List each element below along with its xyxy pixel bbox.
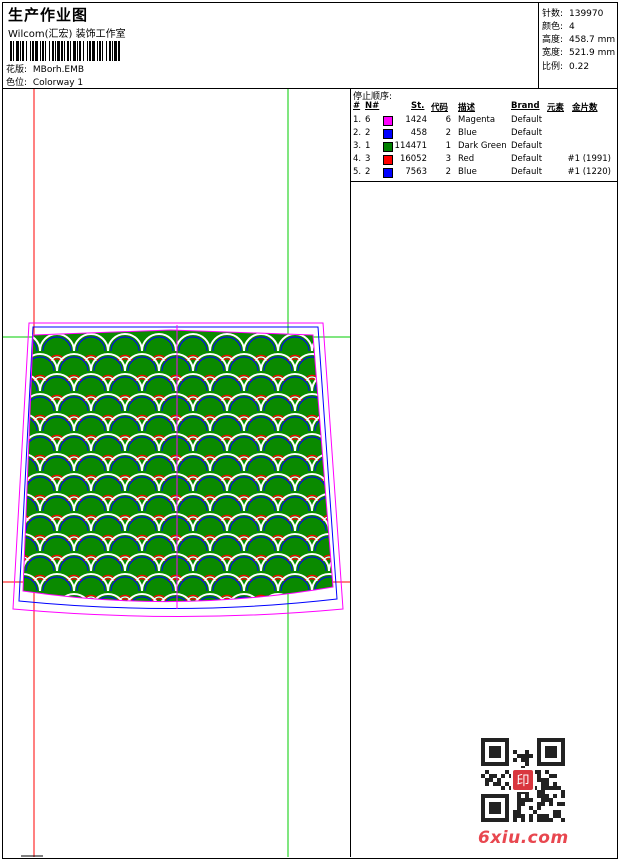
- sequence-cell-num: 2.: [353, 128, 362, 138]
- qr-stamp: 印: [516, 774, 529, 789]
- header: 生产作业图 Wilcom(汇宏) 装饰工作室 花版: MBorh.EMB 色位:…: [4, 3, 536, 88]
- sequence-divider: [351, 181, 617, 182]
- stat-colors: 颜色: 4: [542, 19, 575, 32]
- pattern-value: MBorh.EMB: [32, 65, 85, 75]
- stat-value: 139970: [569, 9, 604, 19]
- stat-value: 521.9 mm: [569, 48, 616, 58]
- sequence-cell-num: 4.: [353, 154, 362, 164]
- pattern-label: 花版:: [6, 65, 28, 75]
- stat-label: 高度:: [542, 35, 564, 45]
- sequence-cell-code: 3: [445, 154, 451, 164]
- stat-value: 0.22: [569, 62, 590, 72]
- colorway-value: Colorway 1: [32, 78, 84, 88]
- colorway-label: 色位:: [6, 78, 28, 88]
- sequence-cell-code: 6: [445, 115, 451, 125]
- sequence-cell-desc: Red: [458, 154, 475, 164]
- sequence-cell-brand: Default: [511, 167, 543, 177]
- col-header-desc: 描述: [458, 103, 476, 113]
- barcode: [10, 41, 120, 61]
- company-name: Wilcom(汇宏) 装饰工作室: [8, 29, 126, 40]
- col-header-element: 元素: [547, 103, 565, 113]
- sequence-cell-st: 1424: [405, 115, 427, 125]
- sequence-cell-num: 3.: [353, 141, 362, 151]
- col-header-sequin: 金片数: [572, 103, 598, 113]
- sequence-cell-brand: Default: [511, 115, 543, 125]
- color-swatch: [383, 142, 393, 152]
- sequence-cell-st: 7563: [405, 167, 427, 177]
- sequence-cell-desc: Dark Green: [458, 141, 507, 151]
- col-header-brand: Brand: [511, 101, 540, 111]
- sequence-cell-n: 6: [365, 115, 371, 125]
- stat-height: 高度: 458.7 mm: [542, 32, 615, 45]
- sequence-cell-sequin: #1 (1991): [567, 154, 612, 164]
- sequence-cell-n: 1: [365, 141, 371, 151]
- sequence-cell-desc: Magenta: [458, 115, 496, 125]
- stats-panel: 针数: 139970 颜色: 4 高度: 458.7 mm 宽度: 521.9 mm 比…: [538, 3, 617, 88]
- qr-code: 印: [481, 738, 565, 822]
- sequence-cell-st: 114471: [394, 141, 427, 151]
- color-swatch: [383, 116, 393, 126]
- stat-label: 针数:: [542, 9, 564, 19]
- pattern-line: 花版: MBorh.EMB: [6, 62, 84, 75]
- stat-stitches: 针数: 139970: [542, 6, 603, 19]
- embroidery-design: [3, 89, 350, 857]
- page-title: 生产作业图: [8, 6, 89, 24]
- stat-value: 4: [569, 22, 575, 32]
- stat-label: 宽度:: [542, 48, 564, 58]
- sequence-cell-code: 2: [445, 128, 451, 138]
- color-swatch: [383, 129, 393, 139]
- sequence-cell-brand: Default: [511, 141, 543, 151]
- stop-sequence-table: 停止顺序: # N# St. 代码 描述 Brand 元素 金片数 1. 6 142…: [351, 89, 616, 181]
- sequence-cell-code: 1: [445, 141, 451, 151]
- sequence-cell-n: 2: [365, 128, 371, 138]
- watermark-text: 6xiu.com: [478, 828, 569, 848]
- stat-scale: 比例: 0.22: [542, 59, 589, 72]
- sequence-cell-num: 1.: [353, 115, 362, 125]
- color-swatch: [383, 155, 393, 165]
- sequence-cell-st: 458: [410, 128, 427, 138]
- stat-value: 458.7 mm: [569, 35, 616, 45]
- stat-width: 宽度: 521.9 mm: [542, 45, 615, 58]
- stat-label: 比例:: [542, 62, 564, 72]
- sequence-cell-st: 16052: [399, 154, 427, 164]
- sequence-cell-sequin: #1 (1220): [567, 167, 612, 177]
- stat-label: 颜色:: [542, 22, 564, 32]
- sequence-cell-num: 5.: [353, 167, 362, 177]
- sequence-cell-code: 2: [445, 167, 451, 177]
- sequence-cell-brand: Default: [511, 128, 543, 138]
- sequence-cell-n: 2: [365, 167, 371, 177]
- color-swatch: [383, 168, 393, 178]
- sequence-cell-desc: Blue: [458, 128, 477, 138]
- column-divider: [350, 89, 351, 857]
- sequence-cell-desc: Blue: [458, 167, 477, 177]
- col-header-n: N#: [365, 101, 380, 111]
- col-header-num: #: [353, 101, 361, 111]
- col-header-st: St.: [411, 101, 425, 111]
- colorway-line: 色位: Colorway 1: [6, 75, 83, 88]
- sequence-cell-n: 3: [365, 154, 371, 164]
- sequence-cell-brand: Default: [511, 154, 543, 164]
- col-header-code: 代码: [431, 103, 449, 113]
